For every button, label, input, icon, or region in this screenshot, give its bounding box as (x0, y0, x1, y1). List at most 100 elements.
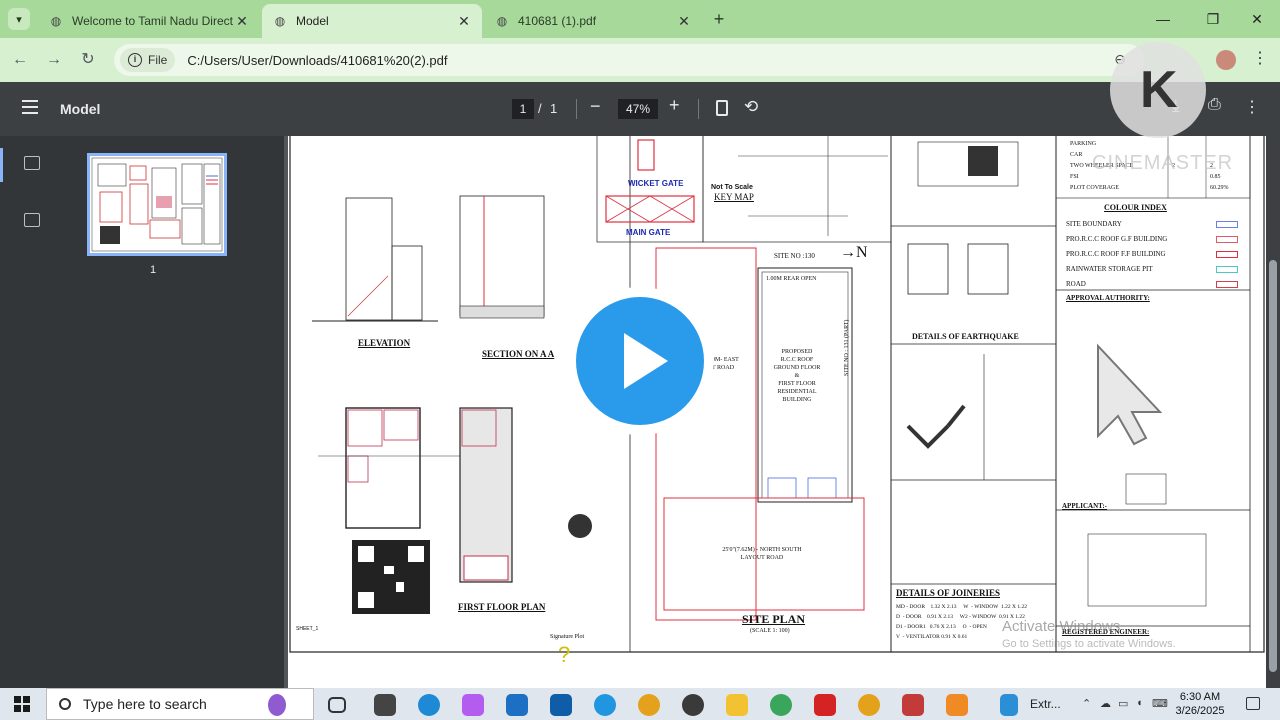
menu-icon[interactable] (22, 100, 38, 114)
site-no-side-label: SITE NO : 131 (PART) (844, 319, 850, 376)
extract-app-label[interactable]: Extr... (1030, 697, 1061, 711)
fit-page-icon[interactable] (716, 100, 728, 116)
colour-swatch (1216, 236, 1238, 243)
restore-button[interactable]: ❐ (1190, 0, 1236, 38)
page-number-input[interactable]: 1 (512, 99, 534, 119)
joinery-row: MD - DOOR 1.32 X 2.13 W - WINDOW 1.22 X … (896, 604, 1027, 610)
acrobat-icon[interactable] (814, 694, 836, 716)
windows-start-icon[interactable] (14, 696, 30, 712)
pdf-page: WICKET GATE MAIN GATE Not To Scale KEY M… (288, 136, 1268, 688)
rotate-icon[interactable]: ⟲ (744, 97, 758, 117)
colour-index-label: PRO.R.C.C ROOF G.F BUILDING (1066, 235, 1168, 243)
section-label: SECTION ON A A (482, 349, 555, 359)
north-south-road-label: 25'0"(7.62M) - NORTH SOUTH LAYOUT ROAD (722, 547, 802, 561)
colour-index-label: ROAD (1066, 280, 1086, 288)
document-title: Model (60, 101, 101, 117)
tab-pdf[interactable]: ◍ 410681 (1).pdf ✕ (484, 4, 702, 38)
colour-index-label: PRO.R.C.C ROOF F.F BUILDING (1066, 250, 1166, 258)
proposed-building-label: PROPOSED R.C.C ROOF GROUND FLOOR & FIRST… (773, 349, 821, 403)
site-info-chip[interactable]: i File (120, 48, 176, 72)
media-player-icon[interactable] (682, 694, 704, 716)
browser-menu-icon[interactable]: ⋮ (1252, 48, 1268, 68)
details-joineries-label: DETAILS OF JOINERIES (896, 588, 1001, 598)
north-arrow: →N (840, 244, 868, 261)
page-thumbnail[interactable] (87, 153, 227, 256)
approval-authority-label: APPROVAL AUTHORITY: (1066, 294, 1150, 302)
joinery-row: V - VENTILATOR 0.91 X 0.61 (896, 634, 968, 640)
task-view-icon[interactable] (328, 697, 346, 713)
applicant-label: APPLICANT:- (1062, 502, 1107, 510)
activate-windows-subtitle: Go to Settings to activate Windows. (1002, 638, 1176, 650)
minimize-button[interactable]: — (1140, 0, 1186, 38)
store-icon[interactable] (506, 694, 528, 716)
reload-button[interactable]: ↻ (76, 48, 100, 72)
ie-icon[interactable] (594, 694, 616, 716)
scroll-thumb[interactable] (1269, 260, 1277, 672)
play-button[interactable] (566, 287, 714, 435)
url-text[interactable]: C:/Users/User/Downloads/410681%20(2).pdf (187, 53, 447, 68)
m365-icon[interactable] (374, 694, 396, 716)
close-icon[interactable]: ✕ (234, 13, 250, 30)
close-icon[interactable]: ✕ (676, 13, 692, 30)
edge-icon[interactable] (418, 694, 440, 716)
area-table-cell: FSI (1070, 174, 1079, 180)
colour-index-title: COLOUR INDEX (1104, 203, 1167, 212)
pdf-viewer[interactable]: WICKET GATE MAIN GATE Not To Scale KEY M… (284, 136, 1280, 688)
east-road-label: 0M- EAST T ROAD (712, 357, 739, 371)
chrome-alt-icon[interactable] (858, 694, 880, 716)
forward-button[interactable]: → (42, 48, 66, 72)
colour-swatch (1216, 221, 1238, 228)
browser-toolbar: ← → ↻ i File C:/Users/User/Downloads/410… (0, 38, 1280, 82)
colour-index-label: RAINWATER STORAGE PIT (1066, 265, 1153, 273)
cinemaster-watermark: CINEMASTER (1092, 152, 1234, 174)
tab-tamil-nadu[interactable]: ◍ Welcome to Tamil Nadu Direct ✕ (38, 4, 260, 38)
not-to-scale-label: Not To Scale (711, 184, 753, 191)
vlc-icon[interactable] (946, 694, 968, 716)
zoom-out-icon[interactable]: − (590, 96, 601, 117)
chrome-profile-icon[interactable] (770, 694, 792, 716)
site-plan-label: SITE PLAN (742, 612, 806, 626)
tray-overflow-icon[interactable]: ⌃ (1082, 697, 1091, 710)
globe-icon: ◍ (50, 14, 62, 28)
outline-icon[interactable] (24, 213, 40, 227)
taskbar: Type here to search Extr... ⌃ ☁ ▭ ◖ ⌨ 6:… (0, 688, 1280, 720)
clock-date: 3/26/2025 (1175, 705, 1225, 717)
play-circle (576, 297, 704, 425)
profile-avatar[interactable] (1216, 50, 1236, 70)
language-icon[interactable]: ⌨ (1152, 697, 1168, 710)
notification-icon[interactable] (1246, 697, 1260, 710)
tab-model[interactable]: ◍ Model ✕ (262, 4, 482, 38)
wicket-gate-label: WICKET GATE (628, 179, 684, 188)
close-window-button[interactable]: ✕ (1234, 0, 1280, 38)
address-bar[interactable]: i File C:/Users/User/Downloads/410681%20… (114, 44, 1144, 76)
thumbnails-icon[interactable] (24, 156, 40, 170)
file-explorer-icon[interactable] (726, 694, 748, 716)
key-map-label: KEY MAP (714, 192, 754, 202)
network-icon[interactable]: ▭ (1118, 697, 1128, 710)
area-table-cell: CAR (1070, 152, 1083, 158)
mcafee-icon[interactable] (902, 694, 924, 716)
area-table-cell: PLOT COVERAGE (1070, 185, 1120, 191)
outlook-icon[interactable] (550, 694, 572, 716)
chrome-icon[interactable] (638, 694, 660, 716)
new-tab-button[interactable]: + (708, 8, 730, 30)
cloud-icon[interactable]: ☁ (1100, 697, 1111, 710)
tab-search-dropdown[interactable]: ▾ (8, 8, 30, 30)
info-icon: i (128, 53, 142, 67)
clock[interactable]: 6:30 AM 3/26/2025 (1170, 690, 1230, 718)
toolbar-divider (576, 99, 577, 119)
print-icon[interactable]: ⎙ (1208, 96, 1221, 114)
ribbon-icon[interactable] (268, 694, 286, 716)
volume-icon[interactable]: ◖ (1136, 697, 1143, 709)
sidebar-rail (0, 136, 62, 688)
more-actions-icon[interactable]: ⋮ (1244, 97, 1260, 117)
zoom-in-icon[interactable]: + (669, 95, 680, 116)
vertical-scrollbar[interactable] (1266, 136, 1280, 688)
page-separator: / (538, 101, 542, 116)
search-icon (59, 698, 71, 710)
zoom-input[interactable]: 47% (618, 99, 658, 119)
copilot-icon[interactable] (462, 694, 484, 716)
close-icon[interactable]: ✕ (456, 13, 472, 30)
extract-app-icon[interactable] (1000, 694, 1018, 716)
back-button[interactable]: ← (8, 48, 32, 72)
